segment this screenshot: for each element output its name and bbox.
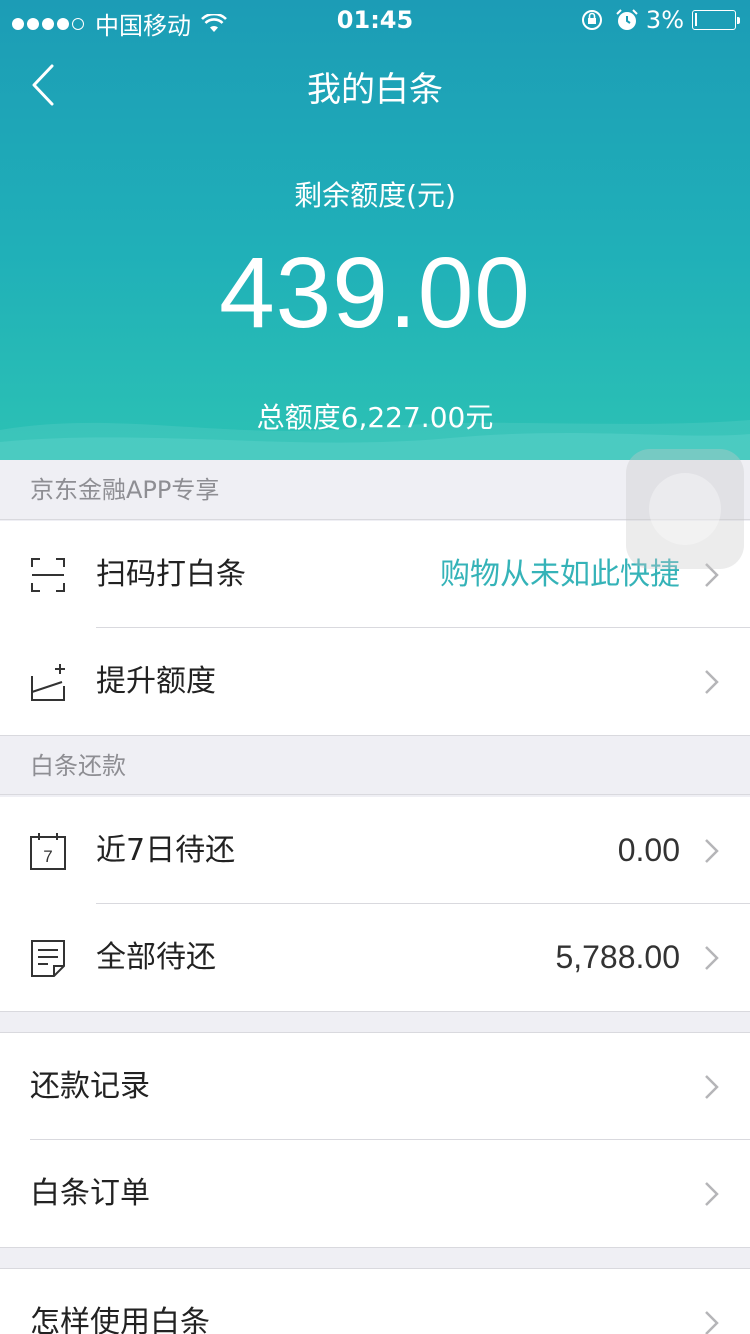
status-bar: 中国移动 01:45 3% — [0, 0, 750, 40]
how-to-use-label: 怎样使用白条 — [30, 1305, 210, 1334]
baitiao-orders-label: 白条订单 — [30, 1176, 150, 1211]
raise-limit-label: 提升额度 — [96, 664, 216, 699]
battery-percent: 3% — [645, 6, 684, 34]
chevron-right-icon — [705, 839, 719, 863]
chevron-right-icon — [705, 1075, 719, 1099]
chevron-right-icon — [705, 670, 719, 694]
credit-header: 中国移动 01:45 3% 我的白条 剩余额度(元) 439.00 总额度6,2… — [0, 0, 750, 460]
section-gap — [0, 1011, 750, 1033]
section-gap — [0, 1247, 750, 1269]
calendar-7-icon: 7 — [30, 833, 66, 870]
assistive-touch-button[interactable] — [626, 449, 744, 569]
scan-to-pay-label: 扫码打白条 — [96, 557, 246, 592]
page-title: 我的白条 — [307, 70, 443, 110]
remaining-credit-label: 剩余额度(元) — [294, 179, 456, 212]
rotation-lock-icon — [581, 10, 602, 30]
chevron-right-icon — [705, 946, 719, 970]
status-right: 3% — [580, 6, 740, 34]
repayment-records-row[interactable]: 还款记录 — [0, 1033, 750, 1140]
battery-icon — [692, 10, 740, 30]
due-7-days-amount: 0.00 — [617, 832, 680, 868]
raise-limit-row[interactable]: 提升额度 — [0, 628, 750, 735]
chevron-right-icon — [705, 1182, 719, 1206]
due-7-days-label: 近7日待还 — [96, 833, 236, 868]
raise-limit-icon — [31, 664, 65, 701]
all-due-row[interactable]: 全部待还 5,788.00 — [0, 904, 750, 1011]
all-due-amount: 5,788.00 — [555, 939, 680, 975]
repayment-records-label: 还款记录 — [30, 1069, 150, 1104]
document-icon — [31, 940, 65, 977]
chevron-right-icon — [705, 1311, 719, 1334]
total-credit-label: 总额度6,227.00元 — [256, 401, 494, 434]
calendar-day-text: 7 — [43, 847, 52, 866]
scan-icon — [31, 558, 65, 592]
all-due-label: 全部待还 — [96, 940, 216, 975]
remaining-credit-amount: 439.00 — [219, 237, 531, 349]
due-7-days-row[interactable]: 7 近7日待还 0.00 — [0, 797, 750, 904]
assistive-touch-inner — [649, 473, 721, 545]
baitiao-orders-row[interactable]: 白条订单 — [0, 1140, 750, 1247]
alarm-icon — [616, 9, 638, 30]
how-to-use-row[interactable]: 怎样使用白条 — [0, 1269, 750, 1334]
section-header-repayment: 白条还款 — [0, 735, 750, 795]
battery-level — [695, 13, 697, 26]
